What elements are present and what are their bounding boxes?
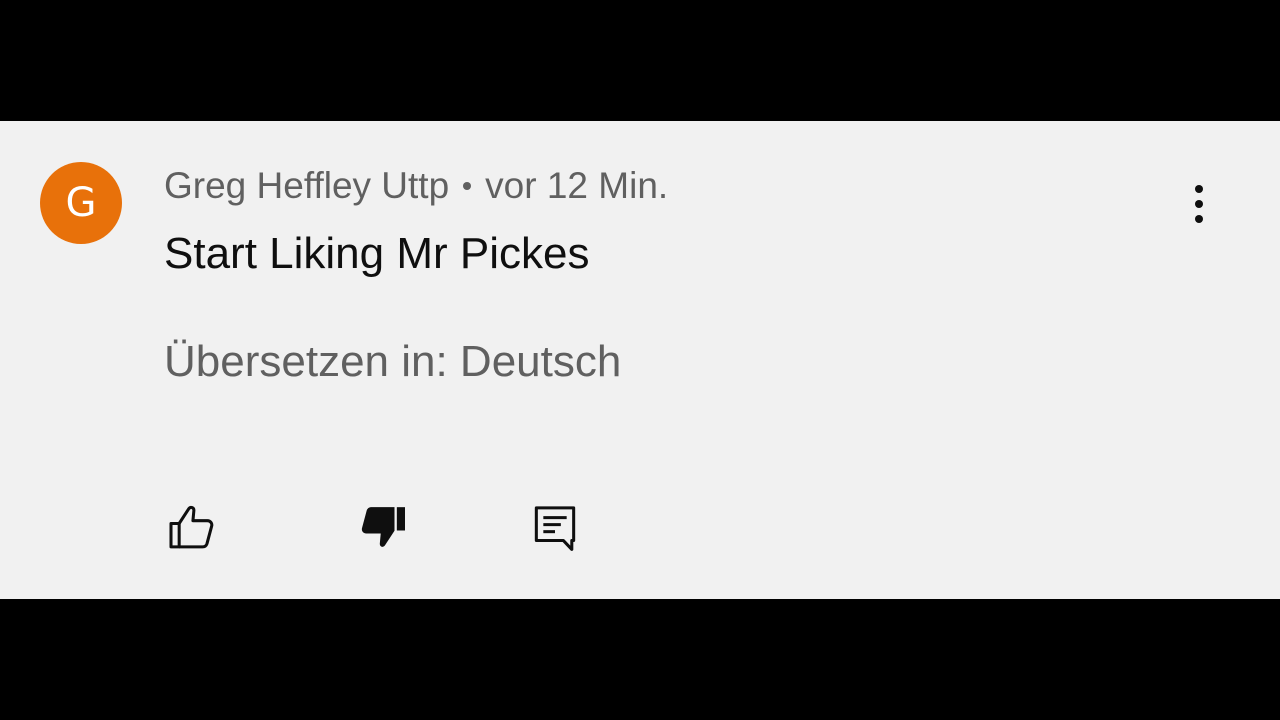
reply-comment-icon (534, 506, 576, 551)
author-name[interactable]: Greg Heffley Uttp (164, 165, 449, 206)
more-vertical-icon-dot (1195, 185, 1203, 193)
comment-header: Greg Heffley Uttp vor 12 Min. (164, 165, 668, 207)
comment-card: G Greg Heffley Uttp vor 12 Min. Start Lik… (0, 121, 1280, 599)
avatar-initial: G (65, 180, 97, 226)
comment-text: Start Liking Mr Pickes (164, 229, 590, 278)
avatar[interactable]: G (40, 162, 122, 244)
video-frame: G Greg Heffley Uttp vor 12 Min. Start Lik… (0, 0, 1280, 720)
dislike-button[interactable] (356, 499, 412, 555)
thumb-down-filled-icon (361, 507, 405, 547)
more-vertical-icon-dot (1195, 215, 1203, 223)
more-vertical-icon-dot (1195, 200, 1203, 208)
reply-button[interactable] (527, 499, 583, 555)
separator-dot (463, 182, 472, 191)
thumb-up-outline-icon (169, 505, 214, 549)
translate-link[interactable]: Übersetzen in: Deutsch (164, 337, 621, 387)
timestamp: vor 12 Min. (485, 165, 669, 206)
more-options-button[interactable] (1178, 179, 1220, 229)
like-button[interactable] (164, 499, 220, 555)
